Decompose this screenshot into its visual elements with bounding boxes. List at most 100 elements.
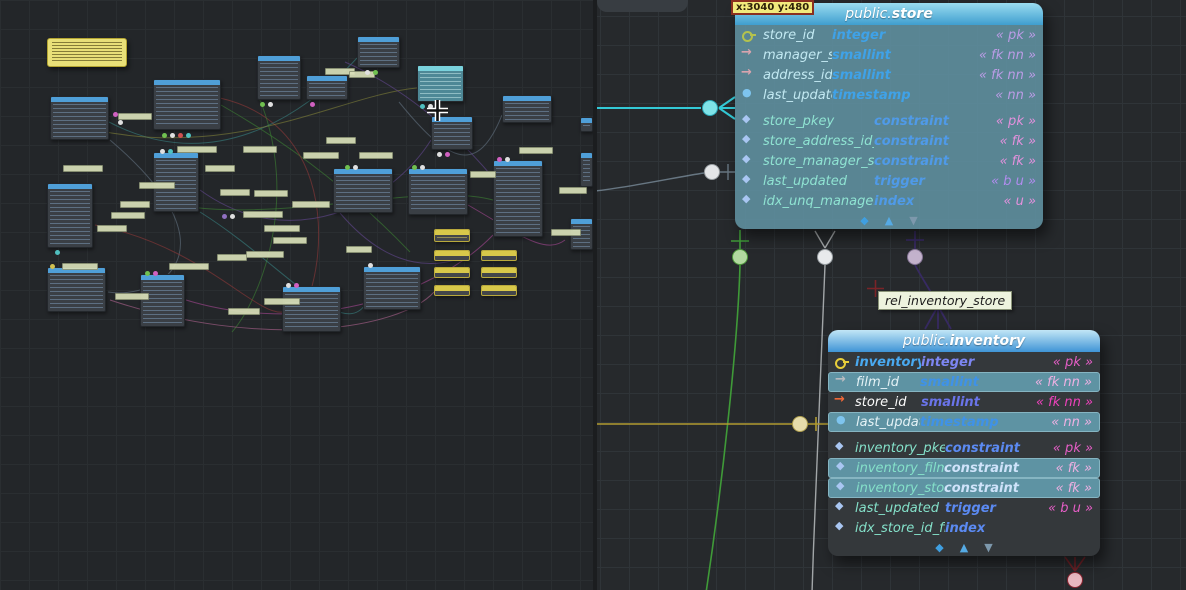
- mini-table[interactable]: [363, 266, 421, 310]
- column-row[interactable]: last_updatetimestamp« nn »: [828, 412, 1100, 432]
- connection-point-dot[interactable]: [118, 120, 123, 125]
- relationship-label-chip[interactable]: [63, 165, 103, 172]
- mini-table[interactable]: [306, 75, 348, 100]
- object-row[interactable]: store_address_id_fkeyconstraint« fk »: [735, 131, 1043, 151]
- mini-table[interactable]: [580, 152, 593, 187]
- mini-table[interactable]: [47, 267, 106, 312]
- expand-triangle-down-icon[interactable]: ▼: [984, 541, 992, 554]
- connection-point-dot[interactable]: [420, 165, 425, 170]
- relationship-label-chip[interactable]: [346, 246, 372, 253]
- connection-point-dot[interactable]: [286, 283, 291, 288]
- relationship-label-chip[interactable]: [120, 201, 150, 208]
- connection-point-dot[interactable]: [230, 214, 235, 219]
- relationship-point-pink[interactable]: [1067, 572, 1083, 588]
- relationship-label-chip[interactable]: [220, 189, 250, 196]
- connection-point-dot[interactable]: [420, 104, 425, 109]
- relationship-label-chip[interactable]: [326, 137, 356, 144]
- column-row[interactable]: store_idsmallint« fk nn »: [828, 392, 1100, 412]
- attribs-toggle-diamond-icon[interactable]: ◆: [935, 541, 943, 554]
- object-row[interactable]: last_updatedtrigger« b u »: [735, 171, 1043, 191]
- connection-point-dot[interactable]: [260, 102, 265, 107]
- mini-table[interactable]: [153, 79, 221, 130]
- connection-point-dot[interactable]: [160, 149, 165, 154]
- object-row[interactable]: inventory_pkeyconstraint« pk »: [828, 438, 1100, 458]
- relationship-label-chip[interactable]: [118, 113, 152, 120]
- mini-table[interactable]: [333, 168, 393, 213]
- object-row[interactable]: last_updatedtrigger« b u »: [828, 498, 1100, 518]
- mini-table[interactable]: [493, 160, 543, 237]
- mini-table[interactable]: [434, 250, 470, 261]
- object-row[interactable]: store_pkeyconstraint« pk »: [735, 111, 1043, 131]
- relationship-label-chip[interactable]: [273, 237, 307, 244]
- mini-table[interactable]: [580, 117, 593, 132]
- connection-point-dot[interactable]: [497, 157, 502, 162]
- mini-table[interactable]: [434, 285, 470, 296]
- connection-point-dot[interactable]: [365, 70, 370, 75]
- column-row[interactable]: store_idinteger« pk »: [735, 25, 1043, 45]
- connection-point-dot[interactable]: [113, 112, 118, 117]
- mini-table[interactable]: [481, 267, 517, 278]
- relationship-label-chip[interactable]: [519, 147, 553, 154]
- relationship-label-chip[interactable]: [177, 146, 217, 153]
- relationship-label-chip[interactable]: [205, 165, 235, 172]
- mini-table[interactable]: [408, 168, 468, 215]
- mini-table[interactable]: [50, 96, 109, 140]
- relationship-label-chip[interactable]: [139, 182, 175, 189]
- column-row[interactable]: last_updatetimestamp« nn »: [735, 85, 1043, 105]
- overview-relationship-curve[interactable]: [109, 58, 357, 143]
- connection-point-dot[interactable]: [368, 263, 373, 268]
- mini-table[interactable]: [434, 267, 470, 278]
- relationship-label-chip[interactable]: [115, 293, 149, 300]
- relationship-label-chip[interactable]: [559, 187, 587, 194]
- mini-table[interactable]: [282, 286, 341, 332]
- expand-triangle-down-icon[interactable]: ▼: [909, 214, 917, 227]
- connection-point-dot[interactable]: [170, 133, 175, 138]
- connection-point-dot[interactable]: [222, 214, 227, 219]
- connection-point-dot[interactable]: [55, 250, 60, 255]
- connection-point-dot[interactable]: [178, 133, 183, 138]
- relationship-name-label[interactable]: rel_inventory_store: [878, 291, 1012, 310]
- relationship-label-chip[interactable]: [303, 152, 339, 159]
- relationship-label-chip[interactable]: [169, 263, 209, 270]
- table-inventory[interactable]: public.inventory inventory_idinteger« pk…: [828, 330, 1100, 556]
- column-row[interactable]: address_idsmallint« fk nn »: [735, 65, 1043, 85]
- relationship-label-chip[interactable]: [292, 201, 330, 208]
- connection-point-dot[interactable]: [353, 165, 358, 170]
- column-row[interactable]: manager_staff_idsmallint« fk nn »: [735, 45, 1043, 65]
- relationship-label-chip[interactable]: [228, 308, 260, 315]
- relationship-label-chip[interactable]: [243, 146, 277, 153]
- table-store[interactable]: public.store store_idinteger« pk »manage…: [735, 3, 1043, 229]
- mini-table[interactable]: [417, 65, 464, 102]
- mini-table[interactable]: [47, 183, 93, 248]
- relationship-label-chip[interactable]: [349, 71, 375, 78]
- relationship-label-chip[interactable]: [359, 152, 393, 159]
- mini-table[interactable]: [257, 55, 301, 100]
- collapse-triangle-up-icon[interactable]: ▲: [960, 541, 968, 554]
- mini-table[interactable]: [431, 116, 473, 150]
- diagram-detail-panel[interactable]: public.store store_idinteger« pk »manage…: [597, 0, 1186, 590]
- table-inventory-header[interactable]: public.inventory: [828, 330, 1100, 352]
- relationship-point-yellow[interactable]: [792, 416, 808, 432]
- connection-point-dot[interactable]: [505, 157, 510, 162]
- relationship-label-chip[interactable]: [217, 254, 247, 261]
- object-row[interactable]: idx_unq_manager_staff_idindex« u »: [735, 191, 1043, 211]
- relationship-label-chip[interactable]: [111, 212, 145, 219]
- relationship-label-chip[interactable]: [243, 211, 283, 218]
- relationship-label-chip[interactable]: [97, 225, 127, 232]
- relationship-label-chip[interactable]: [551, 229, 581, 236]
- mini-table[interactable]: [357, 36, 400, 68]
- connection-point-dot[interactable]: [145, 271, 150, 276]
- relationship-label-chip[interactable]: [264, 298, 300, 305]
- attribs-toggle-diamond-icon[interactable]: ◆: [860, 214, 868, 227]
- connection-point-dot[interactable]: [437, 152, 442, 157]
- connection-point-dot[interactable]: [186, 133, 191, 138]
- mini-table[interactable]: [502, 95, 552, 123]
- connection-point-dot[interactable]: [373, 70, 378, 75]
- connection-point-dot[interactable]: [428, 104, 433, 109]
- connection-point-dot[interactable]: [412, 165, 417, 170]
- object-row[interactable]: inventory_film_id_fkeyconstraint« fk »: [828, 458, 1100, 478]
- mini-table[interactable]: [434, 229, 470, 242]
- diagram-overview-panel[interactable]: [0, 0, 593, 590]
- collapse-triangle-up-icon[interactable]: ▲: [885, 214, 893, 227]
- connection-point-dot[interactable]: [153, 271, 158, 276]
